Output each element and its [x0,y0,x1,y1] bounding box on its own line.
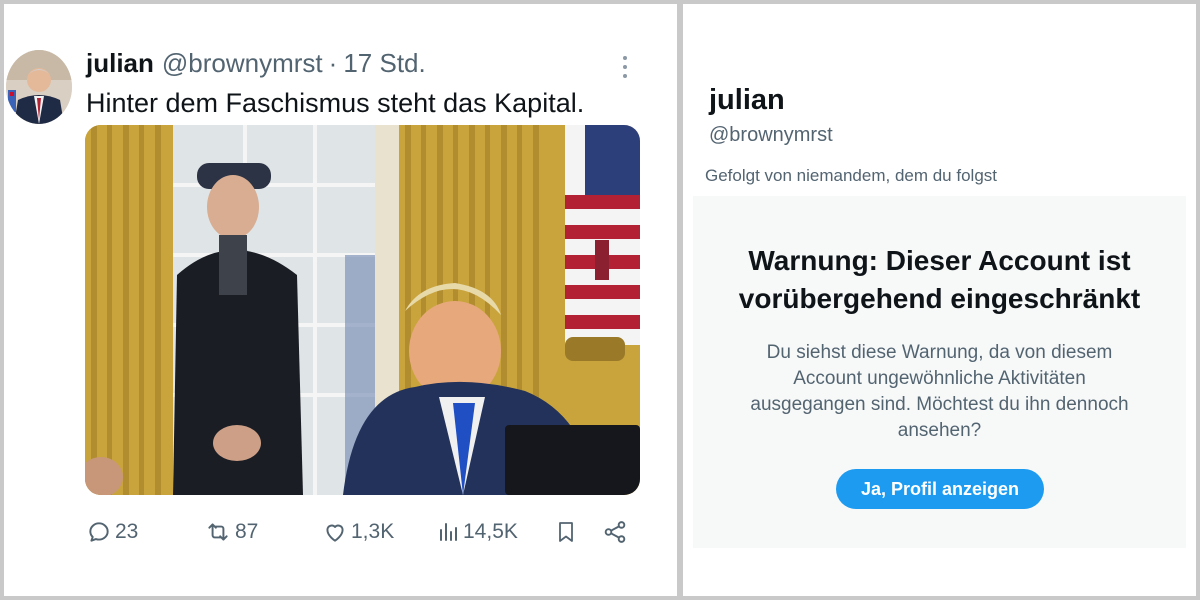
share-button[interactable] [602,514,631,550]
more-options-icon[interactable] [617,52,633,82]
profile-handle: @brownymrst [709,124,833,146]
profile-name: julian [709,84,785,116]
author-name[interactable]: julian [86,48,154,79]
tweet-actions: 23 87 1,3K 14,5K [86,514,631,550]
heart-icon [326,524,344,542]
show-profile-button[interactable]: Ja, Profil anzeigen [836,469,1044,509]
repost-count: 87 [235,520,259,543]
bookmark-icon [559,522,573,542]
warning-title: Warnung: Dieser Account ist vorübergehen… [738,245,1141,314]
views-button[interactable]: 14,5K [436,514,518,550]
tweet-header: julian @brownymrst · 17 Std. [86,48,426,82]
repost-icon [208,523,228,541]
like-count: 1,3K [351,520,395,543]
reply-icon [89,522,109,542]
tweet-card[interactable]: julian @brownymrst · 17 Std. Hinter dem … [4,4,677,596]
profile-panel: julian @brownymrst Gefolgt von niemandem… [683,4,1196,596]
header-separator: · [328,48,338,78]
like-button[interactable]: 1,3K [322,514,394,550]
tweet-timestamp[interactable]: 17 Std. [343,48,425,79]
share-icon [604,521,626,543]
followed-by-text: Gefolgt von niemandem, dem du folgst [705,166,997,185]
author-handle[interactable]: @brownymrst [162,48,323,79]
reply-count: 23 [115,520,139,543]
avatar[interactable] [6,50,72,124]
tweet-text: Hinter dem Faschismus steht das Kapital. [86,88,585,118]
reply-button[interactable]: 23 [86,514,138,550]
views-count: 14,5K [463,520,518,543]
repost-button[interactable]: 87 [204,514,258,550]
tweet-media-photo[interactable] [85,125,640,495]
analytics-icon [440,523,457,541]
bookmark-button[interactable] [554,514,581,550]
warning-text: Du siehst diese Warnung, da von diesem A… [750,342,1129,441]
screenshot-frame: julian @brownymrst · 17 Std. Hinter dem … [0,0,1200,600]
restriction-warning: Warnung: Dieser Account ist vorübergehen… [693,196,1186,548]
